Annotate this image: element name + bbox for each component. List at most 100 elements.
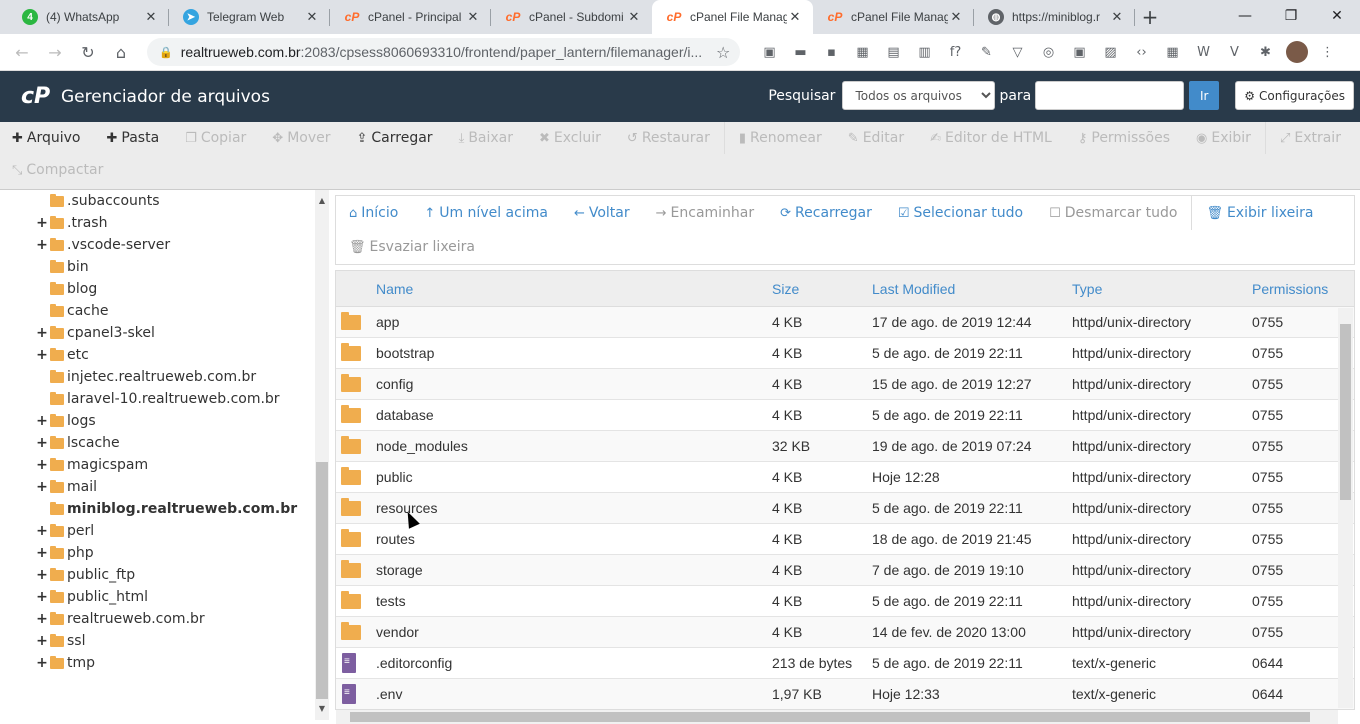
extension-icon[interactable]: ◎: [1033, 40, 1064, 64]
action-extrair[interactable]: ⤢ Extrair: [1280, 130, 1341, 146]
reload-button[interactable]: ↻: [72, 36, 104, 68]
tree-item[interactable]: + public_ftp: [36, 564, 135, 586]
table-row[interactable]: storage 4 KB 7 de ago. de 2019 19:10 httpd/…: [336, 555, 1354, 586]
table-row[interactable]: vendor 4 KB 14 de fev. de 2020 13:00 httpd/…: [336, 617, 1354, 648]
expand-plus-icon[interactable]: +: [36, 325, 48, 341]
extension-icon[interactable]: ✎: [971, 40, 1002, 64]
tree-item[interactable]: + tmp: [36, 652, 95, 674]
nav-um-nivel-acima[interactable]: ↑ Um nível acima: [424, 205, 548, 221]
expand-plus-icon[interactable]: +: [36, 633, 48, 649]
tree-item[interactable]: + magicspam: [36, 454, 148, 476]
tree-item[interactable]: bin: [36, 256, 89, 278]
browser-tab[interactable]: cP cPanel - Subdomi ✕: [491, 0, 652, 34]
expand-plus-icon[interactable]: +: [36, 457, 48, 473]
nav-desmarcar-tudo[interactable]: ☐ Desmarcar tudo: [1049, 196, 1193, 230]
extension-icon[interactable]: W: [1188, 40, 1219, 64]
nav-selecionar-tudo[interactable]: ☑ Selecionar tudo: [898, 205, 1023, 221]
tree-item[interactable]: + etc: [36, 344, 89, 366]
browser-tab[interactable]: ➤ Telegram Web ✕: [169, 0, 330, 34]
new-tab-button[interactable]: +: [1135, 0, 1165, 34]
browser-tab[interactable]: 4 (4) WhatsApp ✕: [8, 0, 169, 34]
close-tab-icon[interactable]: ✕: [626, 9, 642, 25]
table-row[interactable]: resources 4 KB 5 de ago. de 2019 22:11 http…: [336, 493, 1354, 524]
browser-tab[interactable]: cP cPanel File Manag ✕: [652, 0, 813, 34]
expand-plus-icon[interactable]: +: [36, 479, 48, 495]
cpanel-logo[interactable]: cP: [21, 84, 53, 109]
action-permiss-es[interactable]: ⚷ Permissões: [1078, 130, 1170, 146]
table-row[interactable]: config 4 KB 15 de ago. de 2019 12:27 httpd/…: [336, 369, 1354, 400]
action-arquivo[interactable]: ✚ Arquivo: [12, 130, 81, 146]
expand-plus-icon[interactable]: +: [36, 237, 48, 253]
expand-plus-icon[interactable]: +: [36, 347, 48, 363]
action-baixar[interactable]: ⤓ Baixar: [459, 130, 513, 146]
search-input[interactable]: [1035, 81, 1185, 110]
search-scope-select[interactable]: Todos os arquivos: [842, 81, 996, 110]
close-tab-icon[interactable]: ✕: [143, 9, 159, 25]
expand-plus-icon[interactable]: +: [36, 567, 48, 583]
close-tab-icon[interactable]: ✕: [948, 9, 964, 25]
bookmark-star-icon[interactable]: ☆: [716, 43, 740, 62]
extension-icon[interactable]: ▽: [1002, 40, 1033, 64]
table-row[interactable]: tests 4 KB 5 de ago. de 2019 22:11 httpd/un…: [336, 586, 1354, 617]
tree-item[interactable]: laravel-10.realtrueweb.com.br: [36, 388, 280, 410]
extension-icon[interactable]: ▥: [909, 40, 940, 64]
column-name[interactable]: Name: [376, 281, 413, 297]
tree-item[interactable]: + lscache: [36, 432, 120, 454]
expand-plus-icon[interactable]: +: [36, 545, 48, 561]
action-renomear[interactable]: ▮ Renomear: [739, 130, 822, 146]
close-tab-icon[interactable]: ✕: [465, 9, 481, 25]
action-exibir[interactable]: ◉ Exibir: [1196, 122, 1266, 154]
restore-button[interactable]: ❐: [1268, 0, 1314, 32]
table-vertical-scrollbar[interactable]: [1338, 308, 1353, 708]
forward-button[interactable]: →: [39, 36, 71, 68]
extension-icon[interactable]: ▪: [816, 40, 847, 64]
extension-icon[interactable]: ▦: [847, 40, 878, 64]
column-permissions[interactable]: Permissions: [1252, 281, 1328, 297]
back-button[interactable]: ←: [6, 36, 38, 68]
table-row[interactable]: public 4 KB Hoje 12:28 httpd/unix-directory…: [336, 462, 1354, 493]
tree-item[interactable]: cache: [36, 300, 108, 322]
nav-recarregar[interactable]: ⟳ Recarregar: [780, 205, 872, 221]
tree-item[interactable]: + mail: [36, 476, 97, 498]
nav-voltar[interactable]: ← Voltar: [574, 205, 630, 221]
close-tab-icon[interactable]: ✕: [787, 9, 803, 25]
extension-icon[interactable]: ▦: [1157, 40, 1188, 64]
extension-icon[interactable]: ▤: [878, 40, 909, 64]
tree-item[interactable]: + .vscode-server: [36, 234, 170, 256]
nav-inicio[interactable]: ⌂ Início: [349, 205, 398, 221]
action-mover[interactable]: ✥ Mover: [272, 130, 330, 146]
table-row[interactable]: node_modules 32 KB 19 de ago. de 2019 07:2…: [336, 431, 1354, 462]
tree-item[interactable]: + realtrueweb.com.br: [36, 608, 205, 630]
action-copiar[interactable]: ❐ Copiar: [185, 130, 246, 146]
expand-plus-icon[interactable]: +: [36, 215, 48, 231]
action-excluir[interactable]: ✖ Excluir: [539, 130, 601, 146]
scroll-down-arrow-icon[interactable]: ▼: [315, 702, 329, 716]
action-restaurar[interactable]: ↺ Restaurar: [627, 122, 725, 154]
column-type[interactable]: Type: [1072, 281, 1102, 297]
table-row[interactable]: .env 1,97 KB Hoje 12:33 text/x-generic 0644: [336, 679, 1354, 709]
scroll-up-arrow-icon[interactable]: ▲: [315, 194, 329, 208]
tree-item[interactable]: + perl: [36, 520, 94, 542]
close-window-button[interactable]: ✕: [1314, 0, 1360, 32]
extension-icon[interactable]: ▬: [785, 40, 816, 64]
extension-icon[interactable]: f?: [940, 40, 971, 64]
extension-icon[interactable]: ▣: [1064, 40, 1095, 64]
table-vscroll-thumb[interactable]: [1340, 324, 1351, 500]
action-editor-de-html[interactable]: ✍ Editor de HTML: [930, 130, 1052, 146]
table-hscroll-thumb[interactable]: [350, 712, 1310, 722]
address-bar[interactable]: 🔒 realtrueweb.com.br:2083/cpsess80606933…: [147, 38, 740, 66]
expand-plus-icon[interactable]: +: [36, 611, 48, 627]
table-row[interactable]: .editorconfig 213 de bytes 5 de ago. de 20…: [336, 648, 1354, 679]
expand-plus-icon[interactable]: +: [36, 413, 48, 429]
action-carregar[interactable]: ⇪ Carregar: [357, 130, 433, 146]
nav-exibir-lixeira[interactable]: 🗑 Exibir lixeira: [1206, 205, 1313, 221]
extension-icon[interactable]: ✱: [1250, 40, 1281, 64]
table-row[interactable]: bootstrap 4 KB 5 de ago. de 2019 22:11 http…: [336, 338, 1354, 369]
extension-icon[interactable]: ▨: [1095, 40, 1126, 64]
column-size[interactable]: Size: [772, 281, 799, 297]
settings-button[interactable]: ⚙ Configurações: [1235, 81, 1354, 110]
table-row[interactable]: app 4 KB 17 de ago. de 2019 12:44 httpd/uni…: [336, 307, 1354, 338]
expand-plus-icon[interactable]: +: [36, 655, 48, 671]
extension-icon[interactable]: ▣: [754, 40, 785, 64]
tree-item[interactable]: + public_html: [36, 586, 148, 608]
